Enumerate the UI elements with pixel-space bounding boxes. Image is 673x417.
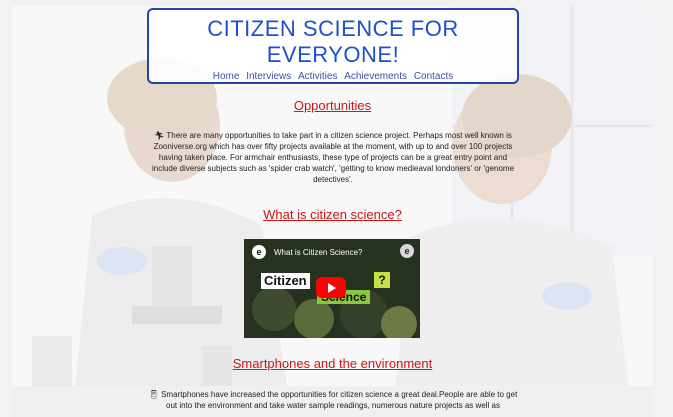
nav-interviews-link[interactable]: Interviews — [246, 71, 291, 82]
smartphones-text: Smartphones have increased the opportuni… — [161, 390, 518, 410]
thumbnail-word-citizen: Citizen — [261, 273, 310, 289]
thumbnail-question-badge: ? — [374, 272, 390, 288]
nav-activities-link[interactable]: Activities — [298, 71, 337, 82]
running-person-icon: 🏃︎ — [154, 131, 165, 140]
opportunities-text: There are many opportunities to take par… — [151, 131, 515, 184]
smartphones-paragraph: 📱︎ Smartphones have increased the opport… — [143, 389, 523, 411]
site-header: CITIZEN SCIENCE FOR EVERYONE! Home Inter… — [147, 8, 519, 84]
play-icon[interactable] — [316, 277, 346, 298]
nav-home-link[interactable]: Home — [213, 71, 240, 82]
nav-achievements-link[interactable]: Achievements — [344, 71, 407, 82]
main-nav: Home Interviews Activities Achievements … — [149, 71, 517, 82]
site-title-line2: EVERYONE! — [266, 42, 400, 67]
what-is-heading: What is citizen science? — [263, 207, 402, 222]
site-title: CITIZEN SCIENCE FOR EVERYONE! — [149, 16, 517, 68]
youtube-video-embed[interactable]: e What is Citizen Science? e Citizen Sci… — [244, 239, 420, 338]
nav-contacts-link[interactable]: Contacts — [414, 71, 453, 82]
smartphone-icon: 📱︎ — [148, 390, 159, 399]
channel-watermark-icon: e — [400, 244, 414, 258]
video-title[interactable]: What is Citizen Science? — [274, 248, 362, 257]
channel-logo-icon[interactable]: e — [252, 245, 266, 259]
smartphones-heading: Smartphones and the environment — [232, 356, 433, 371]
opportunities-heading: Opportunities — [293, 98, 372, 113]
page-canvas: CITIZEN SCIENCE FOR EVERYONE! Home Inter… — [12, 6, 653, 417]
site-title-line1: CITIZEN SCIENCE FOR — [207, 16, 459, 41]
opportunities-paragraph: 🏃︎ There are many opportunities to take … — [148, 130, 518, 185]
